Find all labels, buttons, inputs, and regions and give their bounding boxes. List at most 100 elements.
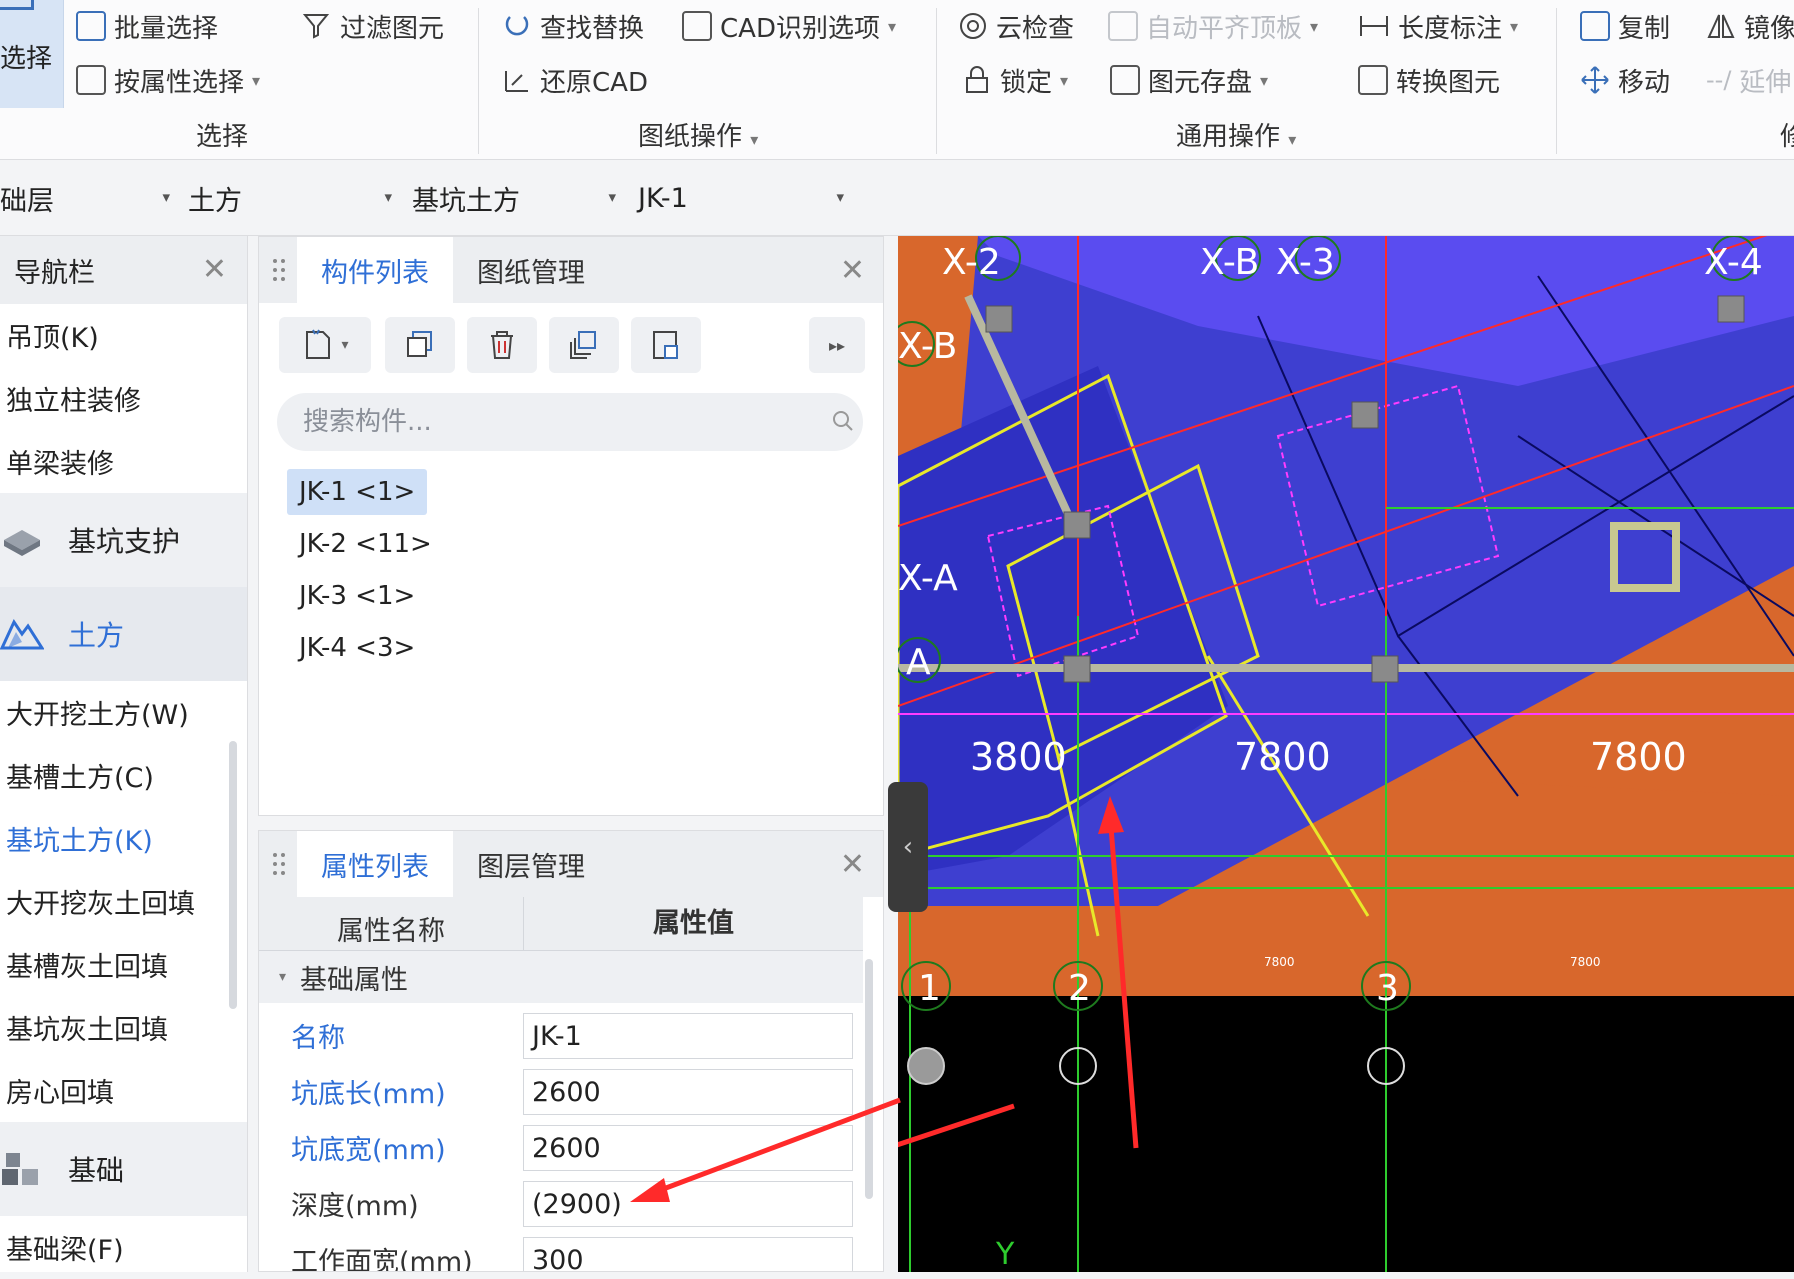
- find-replace-icon: [505, 16, 529, 36]
- nav-item[interactable]: 大开挖灰土回填: [0, 870, 247, 933]
- drag-handle-icon[interactable]: [259, 237, 297, 303]
- component-item[interactable]: JK-2 <11>: [287, 521, 444, 567]
- copy-button[interactable]: 复制: [1580, 6, 1670, 46]
- small-dimension: 7800: [1570, 955, 1601, 969]
- property-section-basic[interactable]: ▾ 基础属性: [259, 951, 863, 1003]
- filter-elements-button[interactable]: 过滤图元: [302, 6, 444, 46]
- tab-layer-management[interactable]: 图层管理: [453, 831, 609, 897]
- chevron-down-icon: ▾: [252, 70, 261, 90]
- search-input[interactable]: [277, 393, 863, 451]
- cloud-check-button[interactable]: 云检查: [958, 6, 1074, 46]
- column-marker: [1371, 655, 1399, 683]
- layers-copy-icon: [570, 331, 596, 359]
- lock-label: 锁定: [1000, 67, 1053, 98]
- chevron-down-icon: ▾: [1288, 130, 1297, 149]
- batch-select-icon: [76, 11, 106, 41]
- auto-align-top-slab-button[interactable]: 自动平齐顶板 ▾: [1108, 6, 1318, 46]
- length-dimension-label: 长度标注: [1398, 13, 1503, 44]
- axis-label: X-B: [898, 326, 957, 367]
- nav-item[interactable]: 基槽土方(C): [0, 744, 247, 807]
- column-marker: [1063, 655, 1091, 683]
- extend-button[interactable]: --/ 延伸: [1706, 60, 1791, 100]
- caret-down-icon: ▾: [836, 188, 844, 206]
- floor-dropdown[interactable]: 础层 ▾: [0, 174, 176, 222]
- navigation-scrollbar[interactable]: [229, 741, 237, 1009]
- component-item[interactable]: JK-3 <1>: [287, 573, 427, 619]
- column-marker: [1351, 401, 1379, 429]
- type-dropdown[interactable]: 基坑土方 ▾: [412, 174, 620, 222]
- find-replace-button[interactable]: 查找替换: [502, 6, 644, 46]
- close-icon[interactable]: ✕: [840, 847, 865, 882]
- convert-element-button[interactable]: 转换图元: [1358, 60, 1500, 100]
- select-button[interactable]: 选择: [0, 0, 64, 108]
- cad-recognize-options-button[interactable]: CAD识别选项 ▾: [682, 6, 896, 46]
- ribbon-toolbar: 选择 批量选择 过滤图元 按属性选择 ▾ 选择 查找替换 CAD识别选项 ▾ 还原C…: [0, 0, 1794, 160]
- element-save-button[interactable]: 图元存盘 ▾: [1110, 60, 1268, 100]
- property-value-field[interactable]: JK-1: [523, 1013, 853, 1059]
- lock-button[interactable]: 锁定 ▾: [962, 60, 1068, 100]
- nav-item[interactable]: 基槽灰土回填: [0, 933, 247, 996]
- axis-label: A: [906, 642, 931, 683]
- component-item-selected[interactable]: JK-1 <1>: [287, 469, 428, 515]
- copy-label: 复制: [1618, 13, 1671, 44]
- nav-item[interactable]: 单梁装修: [0, 430, 247, 493]
- nav-item[interactable]: 基础梁(F): [0, 1216, 247, 1279]
- chevron-down-icon: ▾: [1260, 70, 1269, 90]
- select-by-attribute-button[interactable]: 按属性选择 ▾: [76, 60, 260, 100]
- component-dropdown[interactable]: JK-1 ▾: [638, 174, 850, 222]
- search-icon[interactable]: [831, 409, 855, 433]
- nav-item[interactable]: 独立柱装修: [0, 367, 247, 430]
- nav-group-pit-support[interactable]: 基坑支护: [0, 493, 247, 587]
- save-component-button[interactable]: [631, 317, 701, 373]
- filter-icon: [302, 14, 330, 39]
- property-value-field[interactable]: 300: [523, 1237, 853, 1271]
- property-name: 名称: [291, 1022, 345, 1054]
- more-tools-button[interactable]: ▸▸: [809, 317, 865, 373]
- restore-cad-button[interactable]: 还原CAD: [502, 60, 648, 100]
- auto-align-icon: [1108, 11, 1138, 41]
- axis-label: Y: [995, 1237, 1015, 1272]
- move-label: 移动: [1618, 67, 1671, 98]
- collapse-panel-button[interactable]: ‹: [888, 782, 928, 912]
- nav-item[interactable]: 房心回填: [0, 1059, 247, 1122]
- drawing-canvas[interactable]: X-2 X-B X-3 X-4 X-B X-A A Y 3800 7800 78…: [898, 236, 1794, 1272]
- tab-property-list[interactable]: 属性列表: [297, 831, 453, 897]
- component-item[interactable]: JK-4 <3>: [287, 625, 427, 671]
- category-dropdown[interactable]: 土方 ▾: [188, 174, 396, 222]
- property-row: 工作面宽(mm) 300: [259, 1231, 863, 1271]
- group-label-edit: 修: [1780, 122, 1794, 152]
- tab-component-list[interactable]: 构件列表: [297, 237, 453, 303]
- move-button[interactable]: 移动: [1580, 60, 1670, 100]
- nav-item[interactable]: 大开挖土方(W): [0, 681, 247, 744]
- delete-component-button[interactable]: [467, 317, 537, 373]
- find-replace-label: 查找替换: [540, 13, 645, 44]
- navigation-panel: 导航栏 ✕ 吊顶(K) 独立柱装修 单梁装修 基坑支护 土方 大开挖土方(W) …: [0, 236, 248, 1272]
- length-dimension-button[interactable]: 长度标注 ▾: [1358, 6, 1518, 46]
- nav-group-label: 基坑支护: [68, 525, 181, 558]
- nav-item[interactable]: 吊顶(K): [0, 304, 247, 367]
- mirror-button[interactable]: 镜像: [1706, 6, 1794, 46]
- trash-icon: [491, 331, 513, 359]
- column-header-name: 属性名称: [337, 916, 445, 947]
- cad-drawing[interactable]: X-2 X-B X-3 X-4 X-B X-A A Y 3800 7800 78…: [898, 236, 1794, 1272]
- duplicate-layer-button[interactable]: [549, 317, 619, 373]
- axis-label: X-B: [1200, 242, 1259, 283]
- group-label-drawing: 图纸操作 ▾: [638, 116, 758, 153]
- select-button-label: 选择: [0, 44, 53, 74]
- close-icon[interactable]: ✕: [840, 253, 865, 288]
- nav-group-foundation[interactable]: 基础: [0, 1122, 247, 1216]
- batch-select-button[interactable]: 批量选择: [76, 6, 218, 46]
- drag-handle-icon[interactable]: [259, 831, 297, 897]
- mirror-icon: [1707, 14, 1735, 38]
- span-dimension: 3800: [970, 735, 1067, 779]
- caret-down-icon: ▾: [384, 188, 392, 206]
- copy-component-button[interactable]: [385, 317, 455, 373]
- new-component-button[interactable]: ▾: [279, 317, 371, 373]
- nav-item-active[interactable]: 基坑土方(K): [0, 807, 247, 870]
- chevron-down-icon: ▾: [1510, 16, 1519, 36]
- close-icon[interactable]: ✕: [202, 252, 227, 287]
- nav-group-earthwork[interactable]: 土方: [0, 587, 247, 681]
- nav-item[interactable]: 基坑灰土回填: [0, 996, 247, 1059]
- element-save-icon: [1110, 65, 1140, 95]
- tab-drawing-management[interactable]: 图纸管理: [453, 237, 609, 303]
